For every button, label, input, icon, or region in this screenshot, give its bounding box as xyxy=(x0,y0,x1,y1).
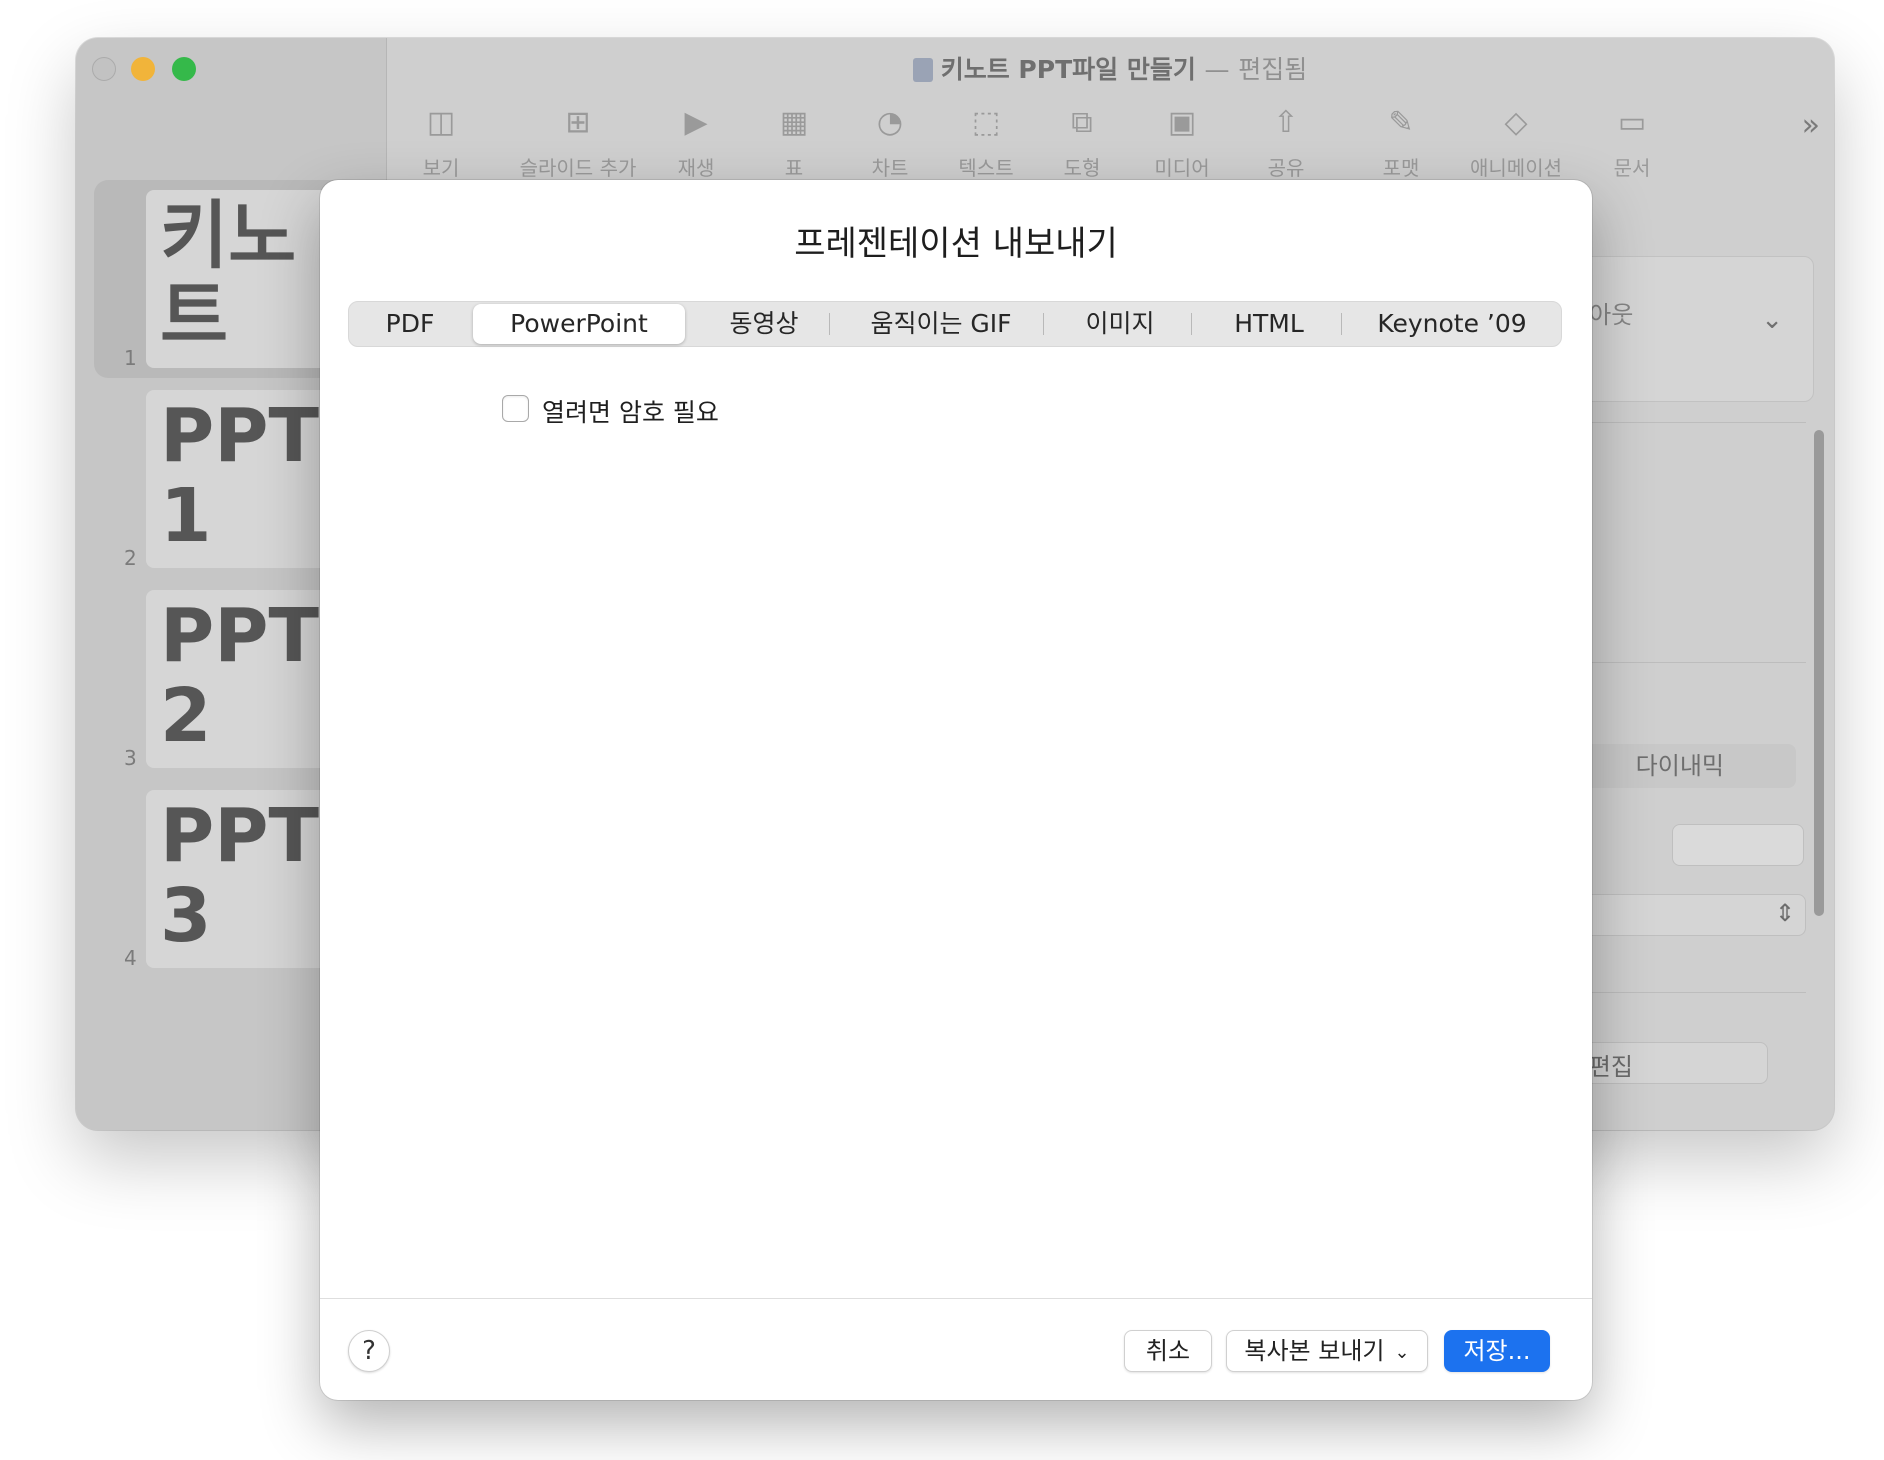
tab-divider xyxy=(1341,313,1342,335)
slide-number: 4 xyxy=(124,946,137,970)
slide-text: 3 xyxy=(160,873,212,959)
slide-text: 1 xyxy=(160,473,212,559)
tab-pdf[interactable]: PDF xyxy=(349,302,471,346)
export-dialog: 프레젠테이션 내보내기 PDF PowerPoint 동영상 움직이는 GIF … xyxy=(320,180,1592,1400)
help-button[interactable]: ? xyxy=(348,1330,390,1372)
window-title: 키노트 PPT파일 만들기 — 편집됨 xyxy=(386,50,1834,86)
minimize-window-button[interactable] xyxy=(131,57,155,81)
dialog-title: 프레젠테이션 내보내기 xyxy=(794,224,1118,264)
tab-html[interactable]: HTML xyxy=(1195,302,1343,346)
tab-images[interactable]: 이미지 xyxy=(1047,302,1193,346)
dynamic-label: 다이내믹 xyxy=(1635,752,1724,780)
document-status: 편집됨 xyxy=(1238,55,1308,84)
close-window-button[interactable] xyxy=(92,57,116,81)
zoom-window-button[interactable] xyxy=(172,57,196,81)
send-copy-label: 복사본 보내기 xyxy=(1244,1337,1385,1365)
chevron-down-icon: ⌄ xyxy=(1394,1342,1410,1363)
tab-animated-gif[interactable]: 움직이는 GIF xyxy=(831,302,1051,346)
slide-text: PPT xyxy=(160,593,319,679)
footer-divider xyxy=(320,1298,1592,1299)
slide-text: 2 xyxy=(160,673,212,759)
slide-text: 키노 xyxy=(160,193,297,279)
cancel-button[interactable]: 취소 xyxy=(1124,1330,1212,1372)
tab-keynote-09[interactable]: Keynote ’09 xyxy=(1345,302,1559,346)
tab-divider xyxy=(829,313,830,335)
toolbar-label: 문서 xyxy=(1613,156,1651,180)
export-format-tabs: PDF PowerPoint 동영상 움직이는 GIF 이미지 HTML Key… xyxy=(348,301,1562,347)
slide-text: PPT xyxy=(160,793,319,879)
slide-number: 3 xyxy=(124,746,137,770)
tab-divider xyxy=(1043,313,1044,335)
send-copy-button[interactable]: 복사본 보내기 ⌄ xyxy=(1226,1330,1428,1372)
slide-number: 1 xyxy=(124,346,137,370)
toolbar-label: 보기 xyxy=(422,156,460,180)
up-down-chevron-icon: ⇕ xyxy=(1774,899,1795,927)
slide-text: PPT xyxy=(160,393,319,479)
document-title: 키노트 PPT파일 만들기 xyxy=(940,55,1196,84)
save-button[interactable]: 저장... xyxy=(1444,1330,1550,1372)
tab-movie[interactable]: 동영상 xyxy=(689,302,839,346)
require-password-label: 열려면 암호 필요 xyxy=(542,398,719,427)
require-password-checkbox[interactable] xyxy=(502,395,529,422)
toolbar-document-button[interactable]: ▭ 문서 xyxy=(1562,98,1702,181)
value-field[interactable] xyxy=(1672,824,1804,866)
sidebar-view-icon: ◫ xyxy=(426,105,456,140)
inspector-scrollbar[interactable] xyxy=(1814,430,1824,916)
chevron-double-right-icon[interactable]: » xyxy=(1802,108,1820,143)
chevron-down-icon: ⌄ xyxy=(1761,305,1783,335)
title-separator: — xyxy=(1204,55,1230,84)
tab-divider xyxy=(1191,313,1192,335)
document-lock-icon xyxy=(912,58,933,82)
document-icon: ▭ xyxy=(1617,105,1647,140)
slide-text: 트 xyxy=(160,273,229,359)
tab-powerpoint[interactable]: PowerPoint xyxy=(473,304,685,344)
toolbar-view-button[interactable]: ◫ 보기 xyxy=(371,98,511,181)
slide-number: 2 xyxy=(124,546,137,570)
